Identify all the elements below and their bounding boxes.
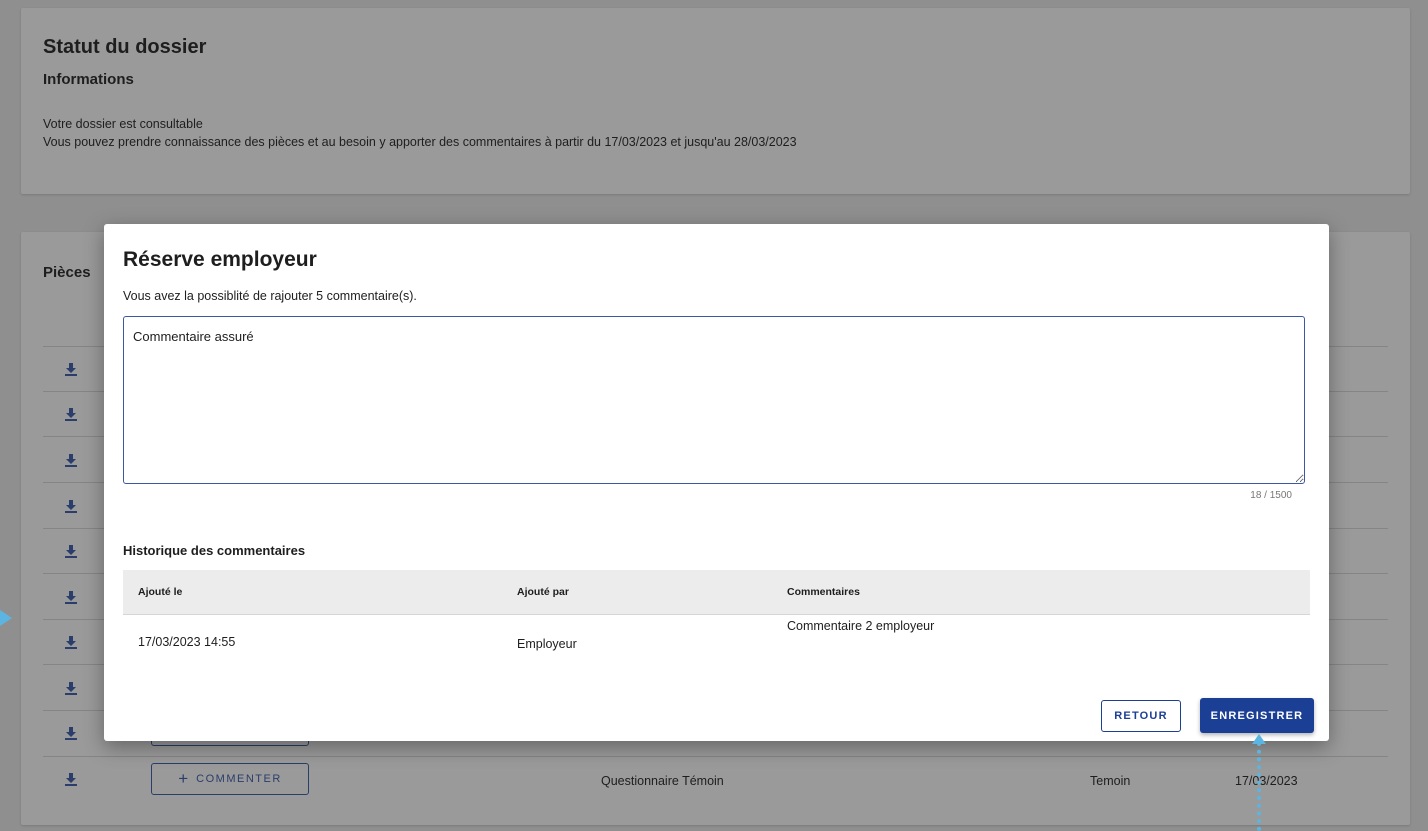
download-icon[interactable] bbox=[64, 590, 78, 604]
status-line-2: Vous pouvez prendre connaissance des piè… bbox=[43, 135, 797, 149]
download-icon[interactable] bbox=[64, 453, 78, 467]
status-line-1: Votre dossier est consultable bbox=[43, 117, 203, 131]
dotted-guide-line bbox=[1257, 742, 1261, 831]
reserve-employeur-dialog: Réserve employeur Vous avez la possiblit… bbox=[104, 224, 1329, 741]
download-icon[interactable] bbox=[64, 635, 78, 649]
document-name: Questionnaire Témoin bbox=[601, 774, 724, 788]
download-icon[interactable] bbox=[64, 772, 78, 786]
row-divider bbox=[43, 756, 1388, 757]
history-header: Ajouté le Ajouté par Commentaires bbox=[123, 570, 1310, 615]
enregistrer-button[interactable]: ENREGISTRER bbox=[1200, 698, 1314, 733]
guide-arrow-icon bbox=[0, 610, 12, 626]
history-table: Ajouté le Ajouté par Commentaires 17/03/… bbox=[123, 570, 1310, 667]
history-comment: Commentaire 2 employeur bbox=[787, 619, 935, 633]
column-header-comments: Commentaires bbox=[787, 586, 860, 598]
status-subtitle: Informations bbox=[43, 71, 134, 88]
column-header-by: Ajouté par bbox=[517, 586, 569, 598]
table-row: 17/03/2023 14:55 Employeur Commentaire 2… bbox=[123, 615, 1310, 667]
added-by: Temoin bbox=[1090, 774, 1131, 788]
pieces-title: Pièces bbox=[43, 264, 91, 281]
download-icon[interactable] bbox=[64, 681, 78, 695]
comment-textarea[interactable] bbox=[123, 316, 1305, 484]
character-counter: 18 / 1500 bbox=[1250, 490, 1292, 501]
dialog-title: Réserve employeur bbox=[123, 248, 317, 271]
download-icon[interactable] bbox=[64, 499, 78, 513]
history-by: Employeur bbox=[517, 637, 577, 651]
column-header-date: Ajouté le bbox=[138, 586, 183, 598]
added-date: 17/03/2023 bbox=[1235, 774, 1298, 788]
retour-button[interactable]: RETOUR bbox=[1101, 700, 1181, 732]
status-card: Statut du dossier Informations Votre dos… bbox=[21, 8, 1410, 194]
history-title: Historique des commentaires bbox=[123, 543, 306, 558]
download-icon[interactable] bbox=[64, 544, 78, 558]
history-date: 17/03/2023 14:55 bbox=[138, 635, 236, 649]
download-icon[interactable] bbox=[64, 726, 78, 740]
status-title: Statut du dossier bbox=[43, 36, 207, 58]
download-icon[interactable] bbox=[64, 362, 78, 376]
download-icon[interactable] bbox=[64, 407, 78, 421]
dialog-subtitle: Vous avez la possiblité de rajouter 5 co… bbox=[123, 289, 417, 303]
commenter-button[interactable]: +COMMENTER bbox=[151, 763, 309, 795]
